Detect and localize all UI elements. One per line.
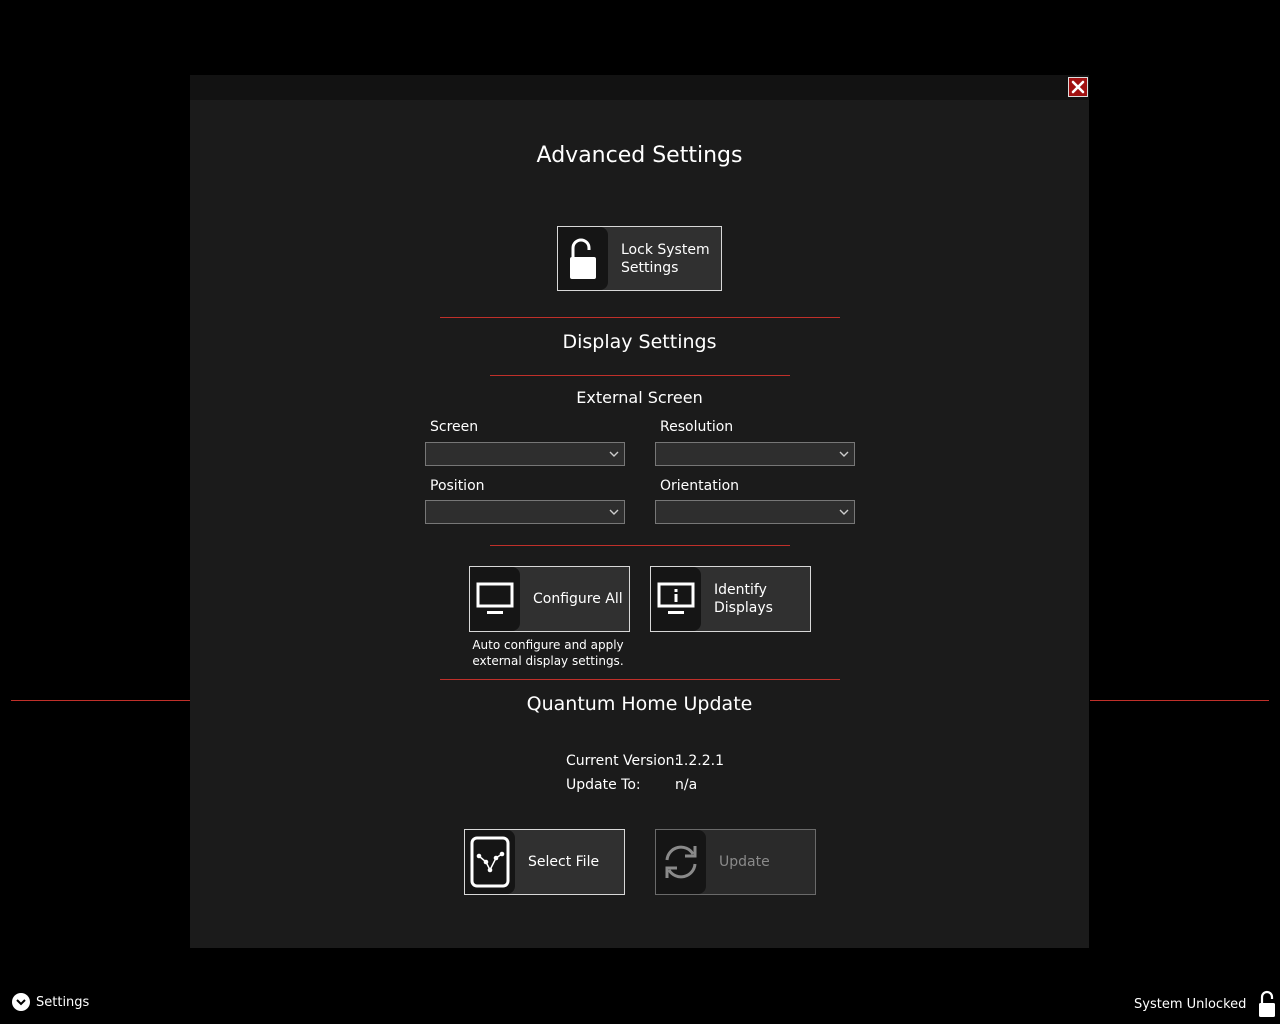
background-divider-left <box>11 700 190 701</box>
current-version-label: Current Version: <box>566 753 680 769</box>
screen-label: Screen <box>430 419 479 435</box>
orientation-label: Orientation <box>660 478 740 494</box>
update-to-label: Update To: <box>566 777 641 793</box>
system-status: System Unlocked <box>1134 990 1276 1018</box>
update-to-value: n/a <box>675 777 698 793</box>
position-label: Position <box>430 478 485 494</box>
divider <box>490 375 790 376</box>
unlock-icon <box>1259 990 1276 1017</box>
identify-displays-button[interactable]: Identify Displays <box>650 566 811 632</box>
lock-system-settings-button[interactable]: Lock System Settings <box>557 226 722 291</box>
chevron-down-icon <box>16 998 26 1005</box>
orientation-select[interactable] <box>655 500 855 524</box>
select-file-label: Select File <box>528 854 600 870</box>
monitor-info-icon <box>657 582 695 614</box>
quantum-update-heading: Quantum Home Update <box>526 693 753 715</box>
chevron-down-icon <box>839 509 849 515</box>
chevron-down-icon <box>609 451 619 457</box>
update-button[interactable]: Update <box>655 829 816 895</box>
system-status-label: System Unlocked <box>1134 996 1247 1012</box>
display-settings-heading: Display Settings <box>562 331 717 353</box>
external-screen-heading: External Screen <box>576 388 703 407</box>
close-button[interactable] <box>1068 77 1088 97</box>
advanced-settings-dialog: Advanced Settings Lock System Settings D… <box>190 75 1089 948</box>
screen-select[interactable] <box>425 442 625 466</box>
identify-displays-label: Identify Displays <box>714 582 773 616</box>
chevron-down-icon <box>609 509 619 515</box>
refresh-icon <box>665 845 697 879</box>
lock-system-settings-label: Lock System Settings <box>621 241 710 276</box>
position-select[interactable] <box>425 500 625 524</box>
configure-note: Auto configure and apply external displa… <box>472 638 624 668</box>
configure-all-label: Configure All <box>533 591 623 607</box>
settings-toggle[interactable]: Settings <box>12 993 89 1011</box>
monitor-icon <box>476 582 514 614</box>
close-icon <box>1071 80 1085 94</box>
chevron-down-icon <box>839 451 849 457</box>
divider <box>440 679 840 680</box>
dialog-titlebar <box>190 75 1089 100</box>
settings-label: Settings <box>36 994 90 1010</box>
divider <box>490 545 790 546</box>
dialog-title: Advanced Settings <box>536 143 743 168</box>
resolution-label: Resolution <box>660 419 734 435</box>
file-icon <box>470 836 510 888</box>
current-version-value: 1.2.2.1 <box>675 753 724 769</box>
select-file-button[interactable]: Select File <box>464 829 625 895</box>
configure-all-button[interactable]: Configure All <box>469 566 630 632</box>
divider <box>440 317 840 318</box>
background-divider-right <box>1090 700 1269 701</box>
resolution-select[interactable] <box>655 442 855 466</box>
update-label: Update <box>719 854 770 870</box>
unlock-icon <box>570 238 596 279</box>
